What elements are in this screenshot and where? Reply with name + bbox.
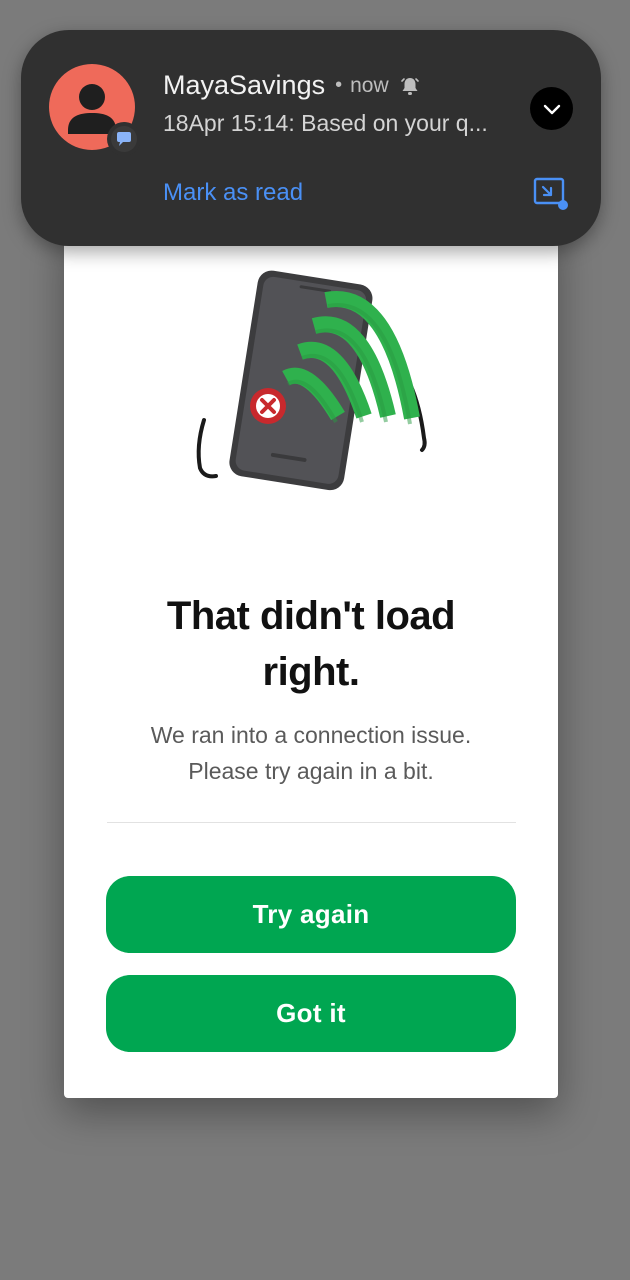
divider bbox=[107, 822, 516, 823]
screen: MayaSavings • now 18Apr 15:14: Based on … bbox=[0, 0, 630, 1280]
dialog-title-line-1: That didn't load bbox=[166, 594, 456, 638]
dialog-message: We ran into a connection issue. Please t… bbox=[94, 717, 528, 789]
open-in-bubble-button[interactable] bbox=[533, 177, 569, 211]
bell-icon bbox=[399, 75, 421, 97]
chat-badge bbox=[107, 122, 141, 156]
got-it-button[interactable]: Got it bbox=[106, 975, 516, 1052]
mark-as-read-button[interactable]: Mark as read bbox=[163, 179, 303, 207]
notification-time: now bbox=[350, 73, 389, 97]
notification-app-name: MayaSavings bbox=[163, 70, 326, 100]
separator-dot: • bbox=[335, 74, 343, 96]
error-dialog: That didn't load right. We ran into a co… bbox=[64, 226, 558, 1098]
dialog-message-line-2: Please try again in a bit. bbox=[188, 758, 434, 784]
chevron-down-icon bbox=[543, 104, 560, 114]
open-in-bubble-icon bbox=[533, 177, 568, 210]
expand-notification-button[interactable] bbox=[530, 87, 573, 130]
dialog-title-line-2: right. bbox=[262, 650, 360, 694]
dialog-message-line-1: We ran into a connection issue. bbox=[150, 722, 472, 748]
chat-bubble-icon bbox=[117, 132, 131, 146]
notification-header: MayaSavings • now bbox=[163, 70, 421, 101]
notification-banner[interactable]: MayaSavings • now 18Apr 15:14: Based on … bbox=[21, 30, 601, 246]
try-again-button[interactable]: Try again bbox=[106, 876, 516, 953]
notification-message: 18Apr 15:14: Based on your q... bbox=[163, 110, 488, 136]
dialog-title: That didn't load right. bbox=[94, 588, 528, 700]
phone-signal-error-icon bbox=[188, 256, 438, 496]
